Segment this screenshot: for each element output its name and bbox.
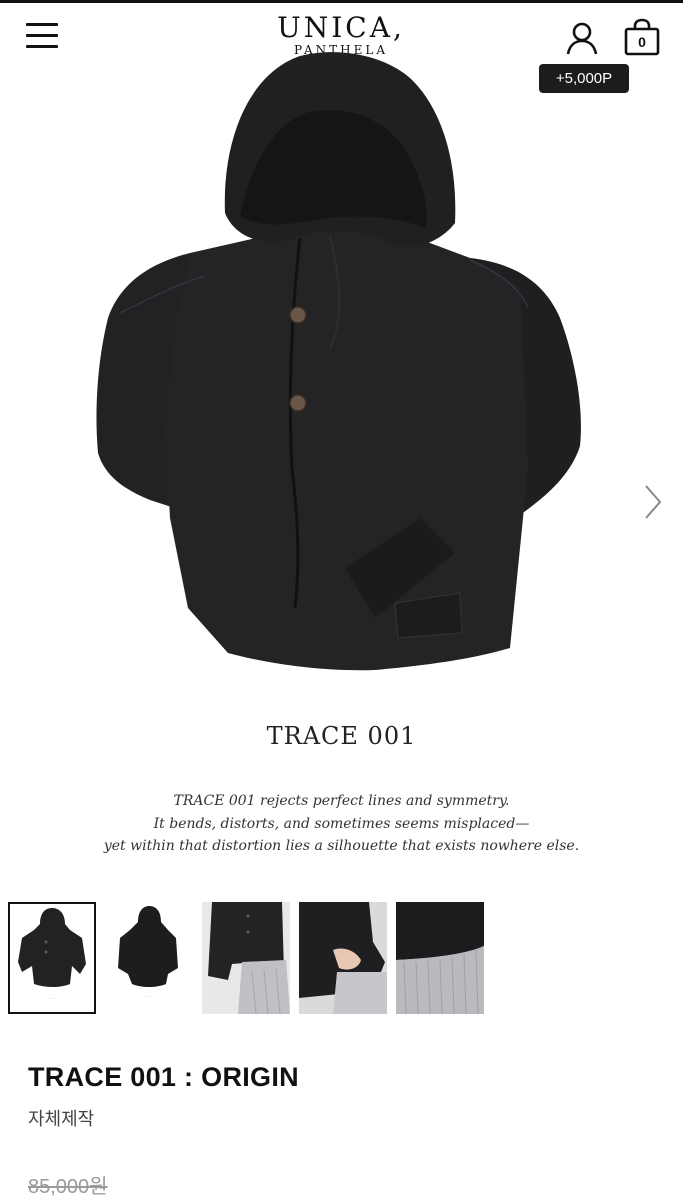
hamburger-menu-icon[interactable] xyxy=(26,23,60,49)
product-name: TRACE 001 : ORIGIN xyxy=(28,1062,299,1092)
jacket-image xyxy=(96,52,581,671)
product-hero-image[interactable] xyxy=(0,48,683,708)
story-description: TRACE 001 rejects perfect lines and symm… xyxy=(0,790,683,858)
product-maker: 자체제작 xyxy=(28,1109,95,1129)
thumbnail-hem[interactable] xyxy=(396,902,484,1014)
thumbnail-pocket[interactable] xyxy=(299,902,387,1014)
chevron-right-icon[interactable] xyxy=(638,480,668,524)
story-line: yet within that distortion lies a silhou… xyxy=(103,838,580,854)
thumbnail-gallery: · · · · · · · · · · · xyxy=(8,902,488,1014)
thumbnail-front[interactable]: · · · · · · xyxy=(8,902,96,1014)
story-title: TRACE 001 xyxy=(266,722,417,750)
story-line: It bends, distorts, and sometimes seems … xyxy=(153,815,530,832)
thumbnail-caption: · · · · · · xyxy=(45,996,59,1001)
thumbnail-caption: · · · · · xyxy=(142,994,154,999)
thumbnail-back[interactable]: · · · · · xyxy=(104,902,192,1014)
thumbnail-worn-front[interactable] xyxy=(202,902,290,1014)
brand-name: UNICA, xyxy=(277,11,405,44)
original-price: 85,000원 xyxy=(28,1176,108,1198)
story-line: TRACE 001 rejects perfect lines and symm… xyxy=(173,793,510,809)
